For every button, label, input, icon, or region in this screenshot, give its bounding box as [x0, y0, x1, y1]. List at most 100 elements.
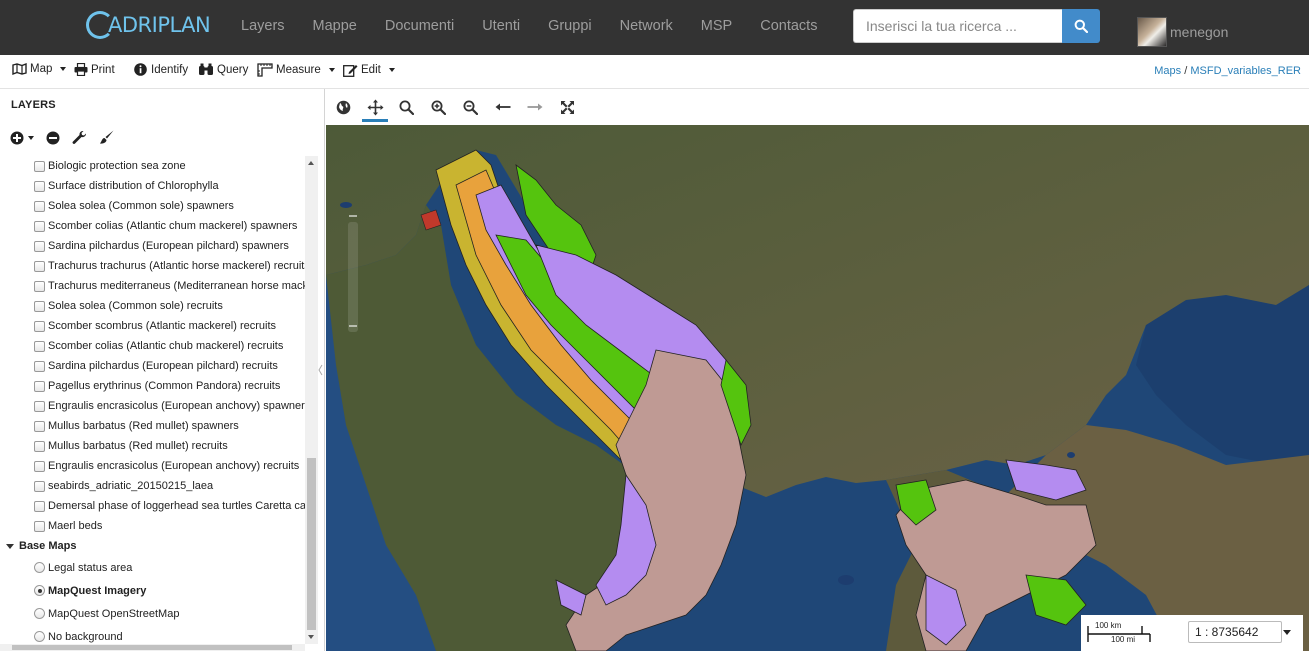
breadcrumb-maps-link[interactable]: Maps — [1154, 65, 1181, 77]
layer-checkbox[interactable] — [34, 260, 45, 272]
base-map-radio[interactable] — [34, 631, 45, 642]
previous-extent-button[interactable] — [493, 97, 513, 117]
measure-button[interactable]: Measure — [257, 63, 335, 77]
search-input[interactable] — [853, 9, 1062, 43]
nav-msp[interactable]: MSP — [690, 0, 743, 55]
base-map-radio[interactable] — [34, 608, 45, 619]
zoom-in-button[interactable] — [428, 97, 448, 117]
pan-button[interactable] — [365, 97, 385, 117]
layer-item[interactable]: Biologic protection sea zone — [0, 156, 305, 176]
search-form — [853, 9, 1100, 43]
nav-documenti[interactable]: Documenti — [374, 0, 465, 55]
nav-mappe[interactable]: Mappe — [302, 0, 368, 55]
layer-checkbox[interactable] — [34, 440, 45, 452]
query-button[interactable]: Query — [198, 63, 248, 76]
scrollbar-thumb[interactable] — [307, 458, 316, 630]
chevron-down-icon[interactable] — [1283, 630, 1291, 635]
binoculars-icon — [199, 63, 213, 75]
layer-label: Surface distribution of Chlorophylla — [48, 180, 219, 192]
user-menu[interactable]: menegon — [1137, 17, 1228, 47]
layer-item[interactable]: Surface distribution of Chlorophylla — [0, 176, 305, 196]
base-map-item[interactable]: MapQuest OpenStreetMap — [0, 602, 305, 625]
layer-checkbox[interactable] — [34, 380, 45, 392]
layer-checkbox[interactable] — [34, 280, 45, 292]
layer-checkbox[interactable] — [34, 340, 45, 352]
search-button[interactable] — [1062, 9, 1100, 43]
layer-item[interactable]: Scomber colias (Atlantic chub mackerel) … — [0, 336, 305, 356]
layer-checkbox[interactable] — [34, 200, 45, 212]
layer-checkbox[interactable] — [34, 180, 45, 192]
layer-checkbox[interactable] — [34, 360, 45, 372]
layer-style-button[interactable] — [99, 130, 114, 145]
search-icon — [1074, 19, 1088, 33]
layer-checkbox[interactable] — [34, 400, 45, 412]
brand-logo[interactable]: ADRIPLAN — [86, 11, 211, 39]
layer-label: Scomber scombrus (Atlantic mackerel) rec… — [48, 320, 277, 332]
layer-checkbox[interactable] — [34, 300, 45, 312]
layer-checkbox[interactable] — [34, 460, 45, 472]
layer-tree-horizontal-scrollbar[interactable] — [0, 644, 305, 651]
layer-checkbox[interactable] — [34, 480, 45, 492]
base-maps-group[interactable]: Base Maps — [0, 536, 305, 556]
brand-name: ADRIPLAN — [108, 13, 211, 37]
move-arrows-icon — [367, 99, 383, 115]
layer-checkbox[interactable] — [34, 220, 45, 232]
layer-item[interactable]: Engraulis encrasicolus (European anchovy… — [0, 396, 305, 416]
layer-item[interactable]: Sardina pilchardus (European pilchard) s… — [0, 236, 305, 256]
layer-label: Mullus barbatus (Red mullet) spawners — [48, 420, 239, 432]
remove-layer-button[interactable] — [46, 131, 60, 145]
panel-collapse-handle[interactable] — [318, 364, 323, 376]
zoom-to-max-extent-button[interactable] — [333, 97, 353, 117]
layer-item[interactable]: Pagellus erythrinus (Common Pandora) rec… — [0, 376, 305, 396]
layer-checkbox[interactable] — [34, 160, 45, 172]
zoom-slider[interactable] — [348, 222, 358, 332]
nav-gruppi[interactable]: Gruppi — [537, 0, 603, 55]
layer-item[interactable]: seabirds_adriatic_20150215_laea — [0, 476, 305, 496]
scrollbar-thumb[interactable] — [12, 645, 292, 650]
layer-item[interactable]: Sardina pilchardus (European pilchard) r… — [0, 356, 305, 376]
layer-item[interactable]: Solea solea (Common sole) spawners — [0, 196, 305, 216]
fullscreen-button[interactable] — [557, 97, 577, 117]
scroll-up-arrow-icon[interactable] — [308, 161, 314, 165]
scale-select[interactable]: 1 : 8735642 — [1188, 621, 1282, 643]
layer-item[interactable]: Mullus barbatus (Red mullet) spawners — [0, 416, 305, 436]
layer-item[interactable]: Scomber scombrus (Atlantic mackerel) rec… — [0, 316, 305, 336]
base-map-item[interactable]: MapQuest Imagery — [0, 579, 305, 602]
base-map-item[interactable]: Legal status area — [0, 556, 305, 579]
nav-utenti[interactable]: Utenti — [471, 0, 531, 55]
print-button[interactable]: Print — [74, 63, 115, 76]
edit-button[interactable]: Edit — [343, 63, 395, 77]
layer-checkbox[interactable] — [34, 320, 45, 332]
map-menu-button[interactable]: Map — [12, 63, 67, 75]
layer-item[interactable]: Maerl beds — [0, 516, 305, 536]
layer-item[interactable]: Engraulis encrasicolus (European anchovy… — [0, 456, 305, 476]
layer-checkbox[interactable] — [34, 240, 45, 252]
layer-item[interactable]: Scomber colias (Atlantic chum mackerel) … — [0, 216, 305, 236]
zoom-out-button[interactable] — [460, 97, 480, 117]
base-map-item[interactable]: No background — [0, 625, 305, 644]
layer-properties-button[interactable] — [72, 130, 87, 145]
layer-item[interactable]: Solea solea (Common sole) recruits — [0, 296, 305, 316]
next-extent-button[interactable] — [525, 97, 545, 117]
add-layer-button[interactable] — [10, 131, 34, 145]
layer-item[interactable]: Trachurus trachurus (Atlantic horse mack… — [0, 256, 305, 276]
nav-network[interactable]: Network — [609, 0, 684, 55]
zoom-box-button[interactable] — [396, 97, 416, 117]
layer-item[interactable]: Trachurus mediterraneus (Mediterranean h… — [0, 276, 305, 296]
layer-checkbox[interactable] — [34, 420, 45, 432]
plus-circle-icon — [10, 131, 24, 144]
nav-layers[interactable]: Layers — [230, 0, 296, 55]
map-canvas[interactable]: 100 km 100 mi 1 : 8735642 — [326, 125, 1309, 651]
layer-checkbox[interactable] — [34, 500, 45, 512]
layer-item[interactable]: Mullus barbatus (Red mullet) recruits — [0, 436, 305, 456]
layer-tree-vertical-scrollbar[interactable] — [305, 156, 318, 644]
scroll-down-arrow-icon[interactable] — [308, 635, 314, 639]
layer-label: Maerl beds — [48, 520, 103, 532]
layer-checkbox[interactable] — [34, 520, 45, 532]
base-map-radio[interactable] — [34, 585, 45, 596]
breadcrumb-current[interactable]: MSFD_variables_RER — [1190, 65, 1301, 77]
base-map-radio[interactable] — [34, 562, 45, 573]
identify-button[interactable]: Identify — [134, 63, 188, 76]
nav-contacts[interactable]: Contacts — [749, 0, 828, 55]
layer-item[interactable]: Demersal phase of loggerhead sea turtles… — [0, 496, 305, 516]
